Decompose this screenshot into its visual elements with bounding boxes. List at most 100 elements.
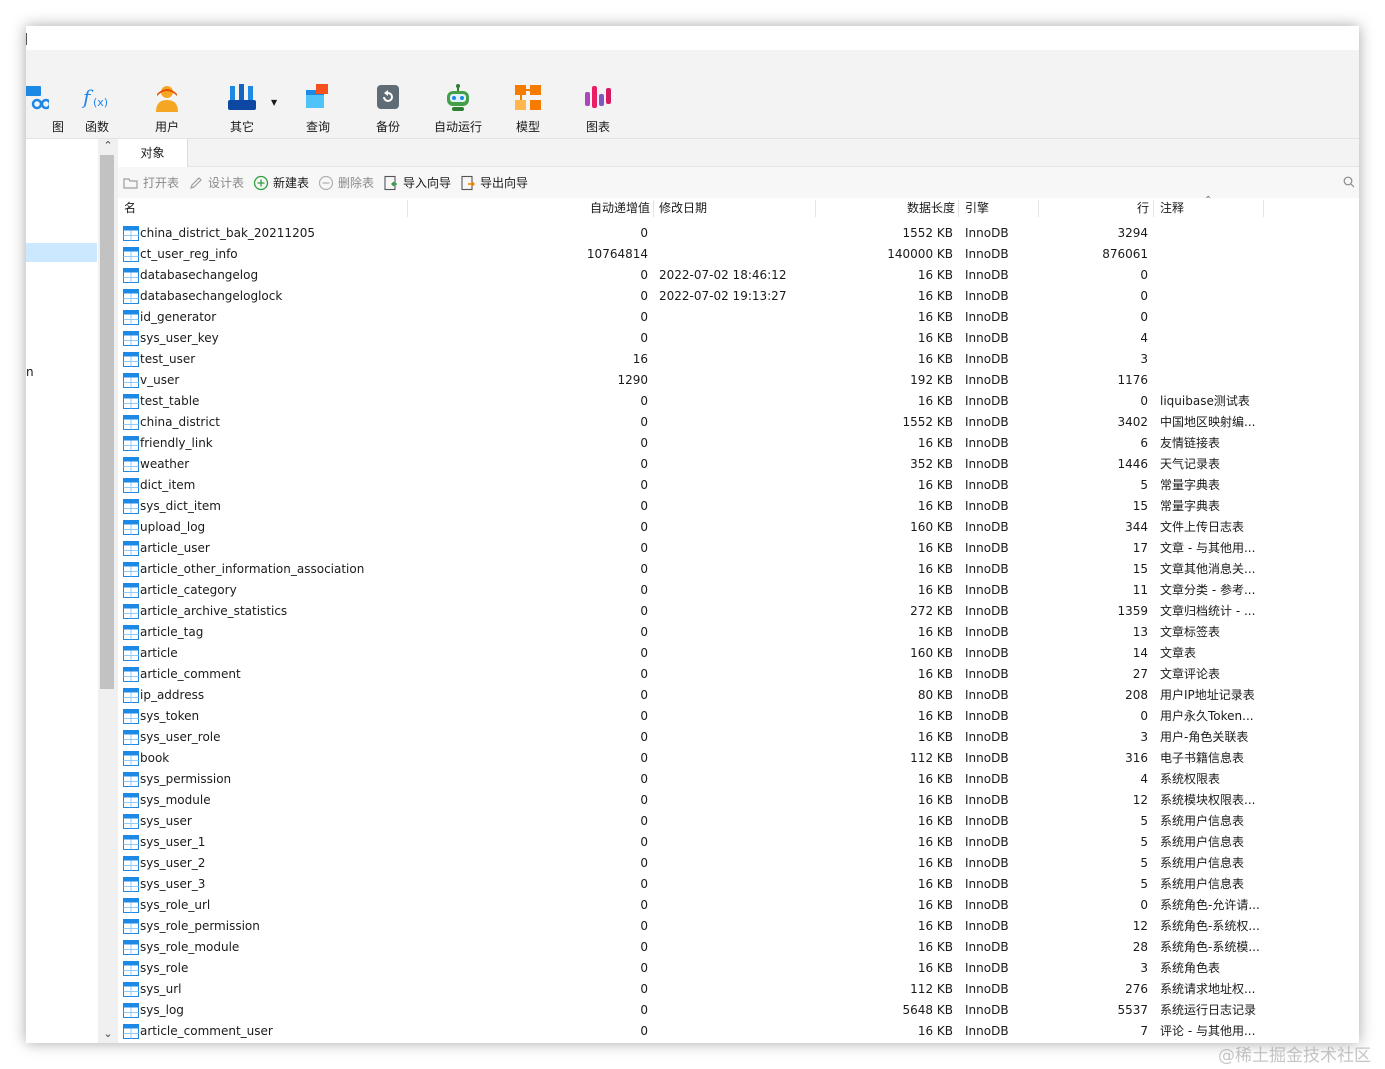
menu-partial-item[interactable] bbox=[26, 33, 32, 45]
table-row[interactable]: ct_user_reg_info 10764814 140000 KB InnoDB 8… bbox=[118, 244, 1359, 265]
table-row[interactable]: test_table 0 16 KB InnoDB 0 liquibase测试表 bbox=[118, 391, 1359, 412]
table-row[interactable]: china_district 0 1552 KB InnoDB 3402 中国地区映射编.… bbox=[118, 412, 1359, 433]
table-row[interactable]: article 0 160 KB InnoDB 14 文章表 bbox=[118, 643, 1359, 664]
table-engine: InnoDB bbox=[965, 898, 1009, 912]
table-row[interactable]: sys_user_key 0 16 KB InnoDB 4 bbox=[118, 328, 1359, 349]
sidebar-scrollbar[interactable]: ⌃ ⌄ bbox=[98, 139, 118, 1043]
table-row[interactable]: sys_dict_item 0 16 KB InnoDB 15 常量字典表 bbox=[118, 496, 1359, 517]
table-row[interactable]: sys_user_3 0 16 KB InnoDB 5 系统用户信息表 bbox=[118, 874, 1359, 895]
toolbar-chart-button[interactable]: 图表 bbox=[563, 78, 633, 136]
scroll-down-icon[interactable]: ⌄ bbox=[100, 1027, 116, 1043]
sort-up-icon[interactable]: ⌃ bbox=[1204, 195, 1212, 206]
table-row[interactable]: sys_role 0 16 KB InnoDB 3 系统角色表 bbox=[118, 958, 1359, 979]
toolbar-function-button[interactable]: f (x) 函数 bbox=[62, 78, 132, 136]
table-row-count: 27 bbox=[1132, 667, 1148, 681]
table-row[interactable]: sys_user_role 0 16 KB InnoDB 3 用户-角色关联表 bbox=[118, 727, 1359, 748]
table-row[interactable]: sys_user_1 0 16 KB InnoDB 5 系统用户信息表 bbox=[118, 832, 1359, 853]
table-row[interactable]: article_archive_statistics 0 272 KB InnoDB 1… bbox=[118, 601, 1359, 622]
navigation-sidebar[interactable]: n ⌃ ⌄ bbox=[26, 139, 118, 1043]
toolbar-other-button[interactable]: 其它 ▼ bbox=[207, 78, 277, 136]
open-table-button[interactable]: 打开表 bbox=[123, 174, 179, 192]
table-row[interactable]: databasechangelog 0 2022-07-02 18:46:12 16 … bbox=[118, 265, 1359, 286]
table-comment: 系统运行日志记录 bbox=[1160, 1003, 1257, 1017]
column-header-rows[interactable]: 行 bbox=[1053, 198, 1153, 219]
table-row[interactable]: sys_role_permission 0 16 KB InnoDB 12 系统角色-系统… bbox=[118, 916, 1359, 937]
table-row[interactable]: upload_log 0 160 KB InnoDB 344 文件上传日志表 bbox=[118, 517, 1359, 538]
table-row[interactable]: sys_role_url 0 16 KB InnoDB 0 系统角色-允许请... bbox=[118, 895, 1359, 916]
table-name: sys_log bbox=[140, 1003, 184, 1017]
table-name: sys_role_permission bbox=[140, 919, 260, 933]
column-header-engine[interactable]: 引擎 bbox=[961, 198, 993, 219]
table-row[interactable]: sys_user_2 0 16 KB InnoDB 5 系统用户信息表 bbox=[118, 853, 1359, 874]
export-wizard-button[interactable]: 导出向导 bbox=[460, 174, 528, 192]
table-row[interactable]: sys_url 0 112 KB InnoDB 276 系统请求地址权... bbox=[118, 979, 1359, 1000]
dropdown-arrow-icon[interactable]: ▼ bbox=[271, 98, 277, 107]
table-name: ct_user_reg_info bbox=[140, 247, 238, 261]
table-row[interactable]: article_other_information_association 0 16… bbox=[118, 559, 1359, 580]
column-divider[interactable] bbox=[653, 200, 654, 217]
column-header-auto-increment[interactable]: 自动递增值 bbox=[408, 198, 654, 219]
table-data-length: 16 KB bbox=[917, 919, 953, 933]
table-row[interactable]: test_user 16 16 KB InnoDB 3 bbox=[118, 349, 1359, 370]
table-row[interactable]: id_generator 0 16 KB InnoDB 0 bbox=[118, 307, 1359, 328]
table-row[interactable]: article_comment 0 16 KB InnoDB 27 文章评论表 bbox=[118, 664, 1359, 685]
scrollbar-thumb[interactable] bbox=[100, 155, 114, 689]
toolbar-backup-button[interactable]: 备份 bbox=[353, 78, 423, 136]
table-comment: 系统模块权限表... bbox=[1160, 793, 1256, 807]
toolbar-model-button[interactable]: 模型 bbox=[493, 78, 563, 136]
new-table-button[interactable]: 新建表 bbox=[253, 174, 309, 192]
table-modified-date bbox=[659, 244, 819, 265]
table-row[interactable]: weather 0 352 KB InnoDB 1446 天气记录表 bbox=[118, 454, 1359, 475]
delete-table-button[interactable]: 删除表 bbox=[318, 174, 374, 192]
column-divider[interactable] bbox=[1263, 200, 1264, 217]
toolbar-query-button[interactable]: 查询 bbox=[283, 78, 353, 136]
table-row[interactable]: sys_user 0 16 KB InnoDB 5 系统用户信息表 bbox=[118, 811, 1359, 832]
table-icon bbox=[123, 961, 139, 976]
table-engine: InnoDB bbox=[965, 226, 1009, 240]
design-table-button[interactable]: 设计表 bbox=[188, 174, 244, 192]
table-auto-increment: 0 bbox=[640, 730, 648, 744]
table-row[interactable]: friendly_link 0 16 KB InnoDB 6 友情链接表 bbox=[118, 433, 1359, 454]
table-row[interactable]: article_user 0 16 KB InnoDB 17 文章 - 与其他用... bbox=[118, 538, 1359, 559]
column-divider[interactable] bbox=[815, 200, 816, 217]
table-row[interactable]: article_category 0 16 KB InnoDB 11 文章分类 - 参考.… bbox=[118, 580, 1359, 601]
import-wizard-button[interactable]: 导入向导 bbox=[383, 174, 451, 192]
table-row[interactable]: article_comment_user 0 16 KB InnoDB 7 评论 - 与其… bbox=[118, 1021, 1359, 1042]
table-row[interactable]: dict_item 0 16 KB InnoDB 5 常量字典表 bbox=[118, 475, 1359, 496]
column-divider[interactable] bbox=[958, 200, 959, 217]
table-list-grid[interactable]: 名 自动递增值 修改日期 数据长度 引擎 行 注释 ⌃ china_distri… bbox=[118, 195, 1359, 1043]
table-row[interactable]: sys_module 0 16 KB InnoDB 12 系统模块权限表... bbox=[118, 790, 1359, 811]
column-header-data-length[interactable]: 数据长度 bbox=[818, 198, 959, 219]
column-header-comment[interactable]: 注释 bbox=[1156, 198, 1188, 219]
toolbar-user-button[interactable]: 用户 bbox=[132, 78, 202, 136]
new-table-label: 新建表 bbox=[273, 176, 310, 190]
table-modified-date bbox=[659, 601, 819, 622]
table-modified-date bbox=[659, 412, 819, 433]
column-header-name[interactable]: 名 bbox=[120, 198, 140, 219]
table-row[interactable]: article_tag 0 16 KB InnoDB 13 文章标签表 bbox=[118, 622, 1359, 643]
table-row[interactable]: databasechangeloglock 0 2022-07-02 19:13:2… bbox=[118, 286, 1359, 307]
table-row[interactable]: ip_address 0 80 KB InnoDB 208 用户IP地址记录表 bbox=[118, 685, 1359, 706]
sidebar-selected-item[interactable] bbox=[26, 243, 97, 262]
table-row[interactable]: sys_log 0 5648 KB InnoDB 5537 系统运行日志记录 bbox=[118, 1000, 1359, 1021]
search-icon[interactable] bbox=[1343, 176, 1355, 188]
table-engine: InnoDB bbox=[965, 373, 1009, 387]
menu-bar: 帮助 bbox=[26, 26, 1359, 70]
tab-objects[interactable]: 对象 bbox=[118, 139, 188, 167]
table-row[interactable]: book 0 112 KB InnoDB 316 电子书籍信息表 bbox=[118, 748, 1359, 769]
table-engine: InnoDB bbox=[965, 793, 1009, 807]
table-row[interactable]: sys_permission 0 16 KB InnoDB 4 系统权限表 bbox=[118, 769, 1359, 790]
table-comment bbox=[1160, 328, 1280, 349]
column-header-modified-date[interactable]: 修改日期 bbox=[655, 198, 711, 219]
table-row[interactable]: china_district_bak_20211205 0 1552 KB InnoD… bbox=[118, 223, 1359, 244]
table-data-length: 16 KB bbox=[917, 835, 953, 849]
table-row[interactable]: sys_token 0 16 KB InnoDB 0 用户永久Token... bbox=[118, 706, 1359, 727]
scroll-up-icon[interactable]: ⌃ bbox=[100, 139, 116, 155]
table-row[interactable]: sys_role_module 0 16 KB InnoDB 28 系统角色-系统模... bbox=[118, 937, 1359, 958]
table-row-count: 3 bbox=[1140, 352, 1148, 366]
toolbar-autorun-button[interactable]: 自动运行 bbox=[423, 78, 493, 136]
column-divider[interactable] bbox=[1153, 200, 1154, 217]
table-row[interactable]: v_user 1290 192 KB InnoDB 1176 bbox=[118, 370, 1359, 391]
table-engine: InnoDB bbox=[965, 667, 1009, 681]
column-divider[interactable] bbox=[1038, 200, 1039, 217]
